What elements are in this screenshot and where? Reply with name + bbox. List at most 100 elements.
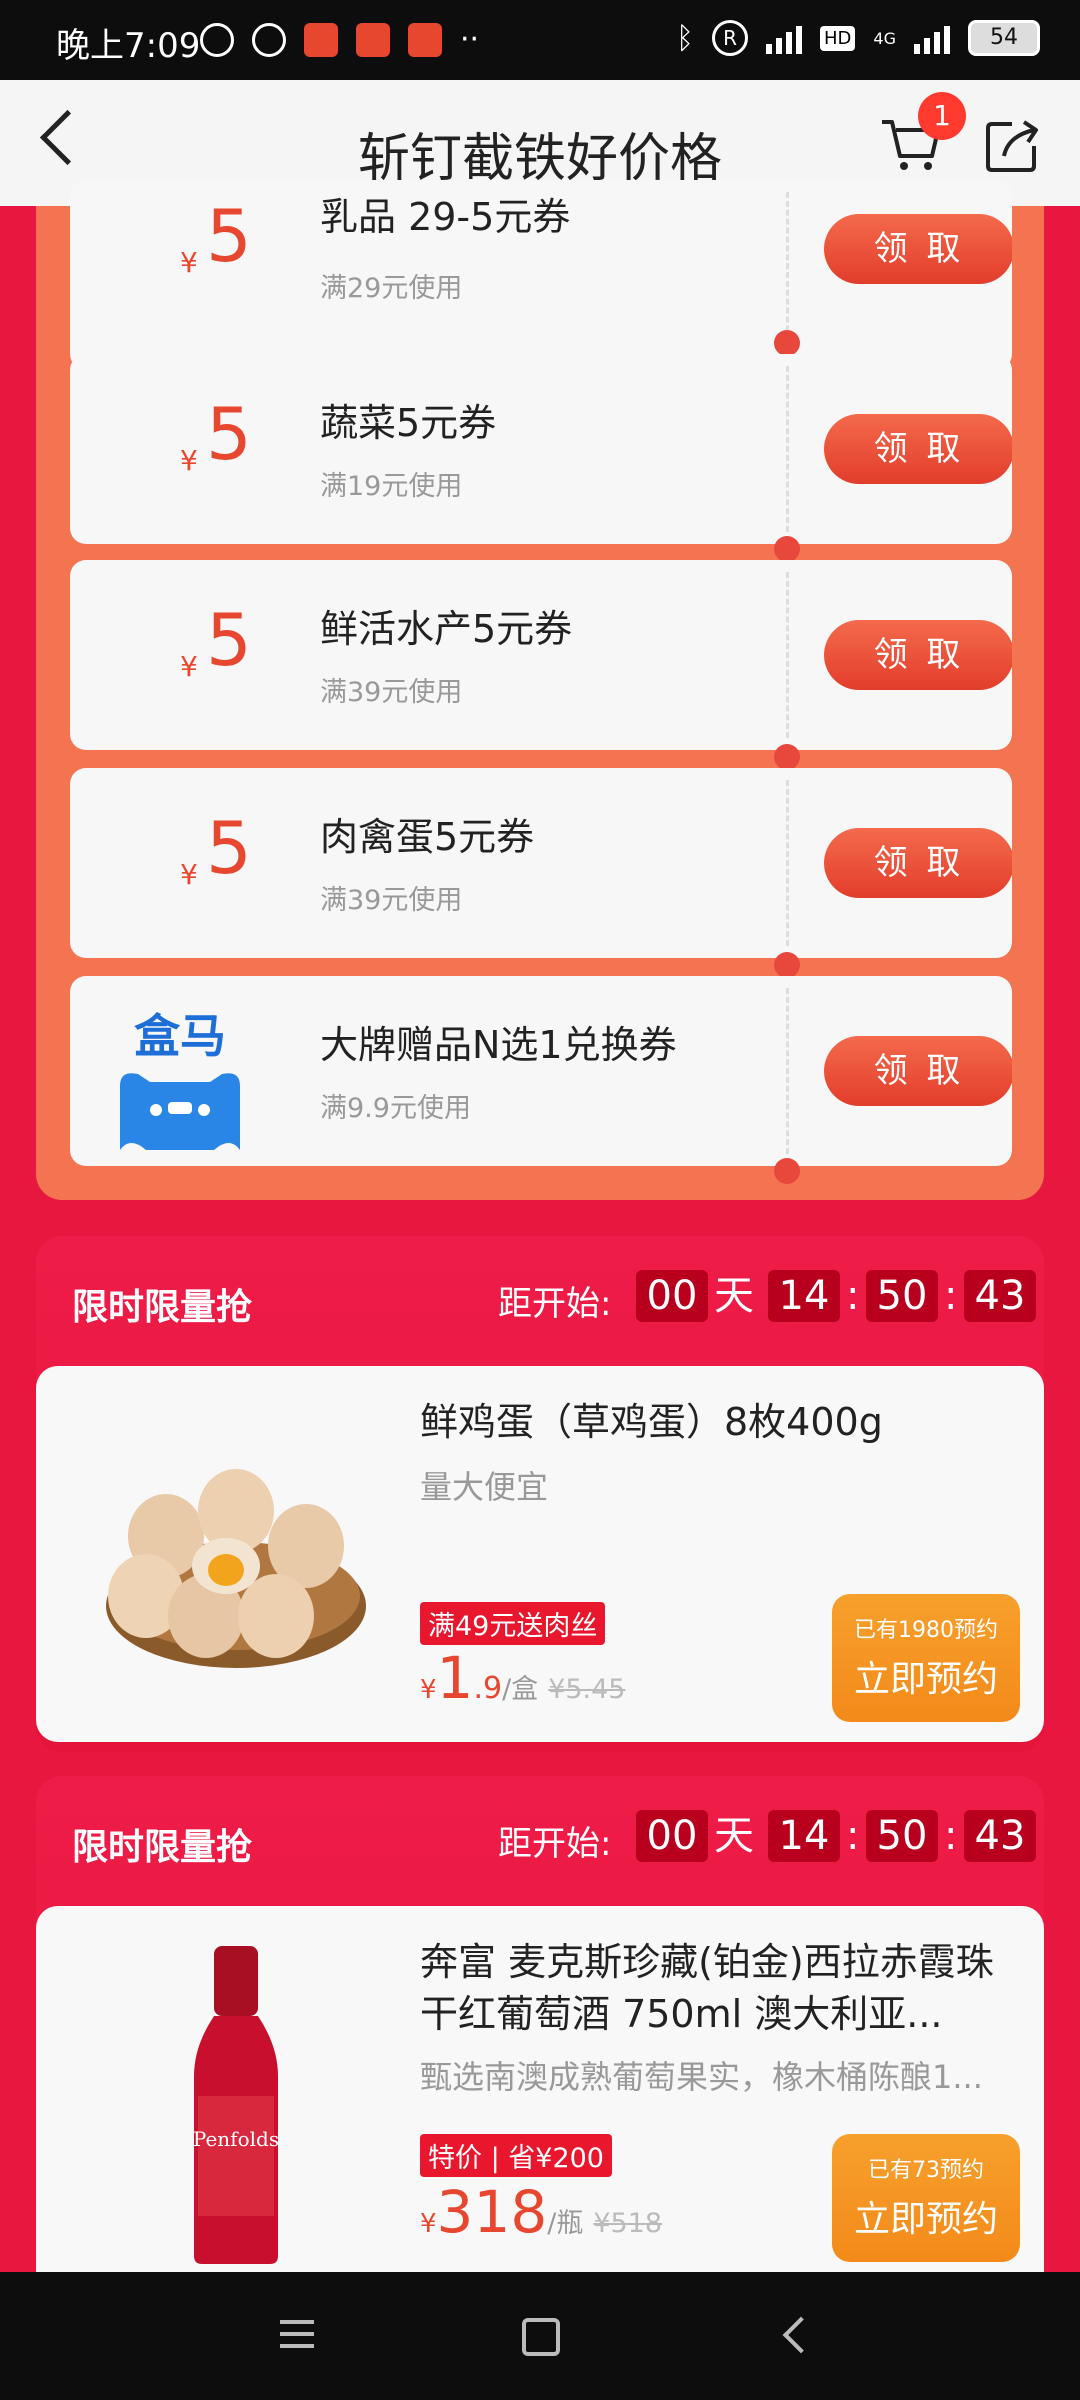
countdown-label: 距开始:	[498, 1824, 612, 1864]
status-time: 晚上7:09	[56, 26, 201, 66]
home-icon[interactable]	[522, 2318, 560, 2356]
reserve-button[interactable]: 已有1980预约 立即预约	[832, 1594, 1020, 1722]
flash-sale-section: 限时限量抢 距开始: 00 天 14 : 50 : 43 Penfolds 奔富…	[36, 1776, 1044, 2316]
hippo-icon	[120, 1073, 240, 1150]
mute-icon	[200, 22, 234, 57]
reservation-count: 已有73预约	[868, 2158, 984, 2183]
svg-text:Penfolds: Penfolds	[193, 2127, 279, 2151]
coupon-card: ¥ 5 乳品 29-5元券 满29元使用 领 取	[70, 180, 1012, 370]
countdown-days: 00	[636, 1810, 708, 1862]
coupon-amount: 5	[206, 806, 252, 890]
flash-sale-title: 限时限量抢	[72, 1287, 253, 1328]
original-price: ¥5.45	[548, 1674, 626, 1705]
countdown-colon: :	[846, 1813, 860, 1859]
coupon-name: 肉禽蛋5元券	[320, 815, 535, 859]
coupon-notch	[774, 952, 800, 978]
reserve-button-label: 立即预约	[853, 1659, 998, 1700]
claim-coupon-button[interactable]: 领 取	[824, 1036, 1012, 1106]
claim-coupon-button[interactable]: 领 取	[824, 828, 1012, 898]
promo-tag: 特价 | 省¥200	[420, 2134, 612, 2177]
hema-logo-text: 盒马	[134, 1009, 226, 1063]
price-integer: 318	[436, 2178, 548, 2246]
countdown-hours: 14	[768, 1810, 840, 1862]
coupon-name: 鲜活水产5元券	[320, 607, 573, 651]
coupon-condition: 满9.9元使用	[320, 1093, 471, 1124]
countdown-colon: :	[944, 1273, 958, 1319]
countdown-day-unit: 天	[714, 1813, 754, 1859]
coupon-currency: ¥	[180, 858, 198, 891]
coupon-currency: ¥	[180, 246, 198, 279]
coupon-notch	[774, 330, 800, 356]
promo-tag: 满49元送肉丝	[420, 1602, 606, 1645]
signal-icon	[766, 22, 803, 54]
price-currency: ¥	[420, 2209, 437, 2239]
menu-icon[interactable]	[280, 2320, 314, 2356]
status-system-icons: ᛒ R HD 4G 54	[676, 20, 1040, 56]
reserve-button[interactable]: 已有73预约 立即预约	[832, 2134, 1020, 2262]
registered-icon: R	[712, 20, 749, 56]
more-dots-icon: ··	[460, 22, 480, 57]
coupon-divider	[786, 572, 789, 738]
countdown-label: 距开始:	[498, 1284, 612, 1324]
product-name: 奔富 麦克斯珍藏(铂金)西拉赤霞珠干红葡萄酒 750ml 澳大利亚...	[420, 1940, 994, 2036]
flash-sale-title: 限时限量抢	[72, 1827, 253, 1868]
product-name: 鲜鸡蛋（草鸡蛋）8枚400g	[420, 1400, 883, 1444]
system-nav-bar	[0, 2272, 1080, 2400]
app-notification-icon	[408, 22, 442, 57]
claim-coupon-button[interactable]: 领 取	[824, 620, 1012, 690]
coupon-divider	[786, 366, 789, 532]
back-nav-icon[interactable]	[782, 2316, 820, 2354]
coupon-notch	[774, 536, 800, 562]
coupon-card: ¥ 5 肉禽蛋5元券 满39元使用 领 取	[70, 768, 1012, 958]
coupon-amount: 5	[206, 392, 252, 476]
battery-icon: 54	[968, 20, 1040, 56]
eggs-image	[106, 1469, 366, 1668]
coupon-condition: 满29元使用	[320, 273, 463, 304]
countdown-days: 00	[636, 1270, 708, 1322]
signal-icon	[914, 22, 950, 54]
alarm-icon	[252, 22, 286, 57]
product-price: ¥1.9/盒 ¥5.45	[420, 1644, 625, 1712]
price-unit: /盒	[502, 1674, 539, 1705]
coupon-condition: 满39元使用	[320, 885, 463, 916]
countdown-colon: :	[944, 1813, 958, 1859]
coupon-currency: ¥	[180, 444, 198, 477]
share-icon[interactable]	[982, 116, 1042, 176]
coupon-condition: 满39元使用	[320, 677, 463, 708]
coupon-name: 蔬菜5元券	[320, 401, 497, 445]
coupon-card: ¥ 5 蔬菜5元券 满19元使用 领 取	[70, 354, 1012, 544]
product-description: 量大便宜	[420, 1468, 549, 1506]
coupon-divider	[786, 780, 789, 946]
coupon-card: ¥ 5 鲜活水产5元券 满39元使用 领 取	[70, 560, 1012, 750]
hema-logo: 盒马	[110, 1000, 250, 1150]
coupon-card: 盒马 大牌赠品N选1兑换券 满9.9元使用 领 取	[70, 976, 1012, 1166]
price-unit: /瓶	[547, 2208, 584, 2239]
countdown-minutes: 50	[866, 1270, 938, 1322]
coupon-notch	[774, 744, 800, 770]
coupon-notch	[774, 1158, 800, 1184]
status-notification-icons: ··	[200, 22, 479, 57]
coupon-name: 大牌赠品N选1兑换券	[320, 1023, 677, 1067]
countdown-seconds: 43	[964, 1810, 1036, 1862]
coupon-condition: 满19元使用	[320, 471, 463, 502]
original-price: ¥518	[593, 2208, 663, 2239]
price-currency: ¥	[420, 1675, 437, 1705]
countdown-hours: 14	[768, 1270, 840, 1322]
app-notification-icon	[356, 22, 390, 57]
hd-icon: HD	[820, 25, 856, 51]
product-description: 甄选南澳成熟葡萄果实，橡木桶陈酿1...	[420, 2058, 983, 2096]
coupon-name: 乳品 29-5元券	[320, 195, 571, 239]
claim-coupon-button[interactable]: 领 取	[824, 414, 1012, 484]
network-type-label: 4G	[873, 28, 896, 48]
countdown-seconds: 43	[964, 1270, 1036, 1322]
coupon-amount: 5	[206, 194, 252, 278]
price-integer: 1	[436, 1644, 474, 1712]
product-card[interactable]: Penfolds 奔富 麦克斯珍藏(铂金)西拉赤霞珠干红葡萄酒 750ml 澳大…	[36, 1906, 1044, 2316]
status-bar: 晚上7:09 ·· ᛒ R HD 4G 54	[0, 0, 1080, 80]
reservation-count: 已有1980预约	[854, 1618, 998, 1643]
coupon-currency: ¥	[180, 650, 198, 683]
app-notification-icon	[304, 22, 338, 57]
claim-coupon-button[interactable]: 领 取	[824, 214, 1012, 284]
countdown-minutes: 50	[866, 1810, 938, 1862]
product-card[interactable]: 鲜鸡蛋（草鸡蛋）8枚400g 量大便宜 满49元送肉丝 ¥1.9/盒 ¥5.45 …	[36, 1366, 1044, 1742]
